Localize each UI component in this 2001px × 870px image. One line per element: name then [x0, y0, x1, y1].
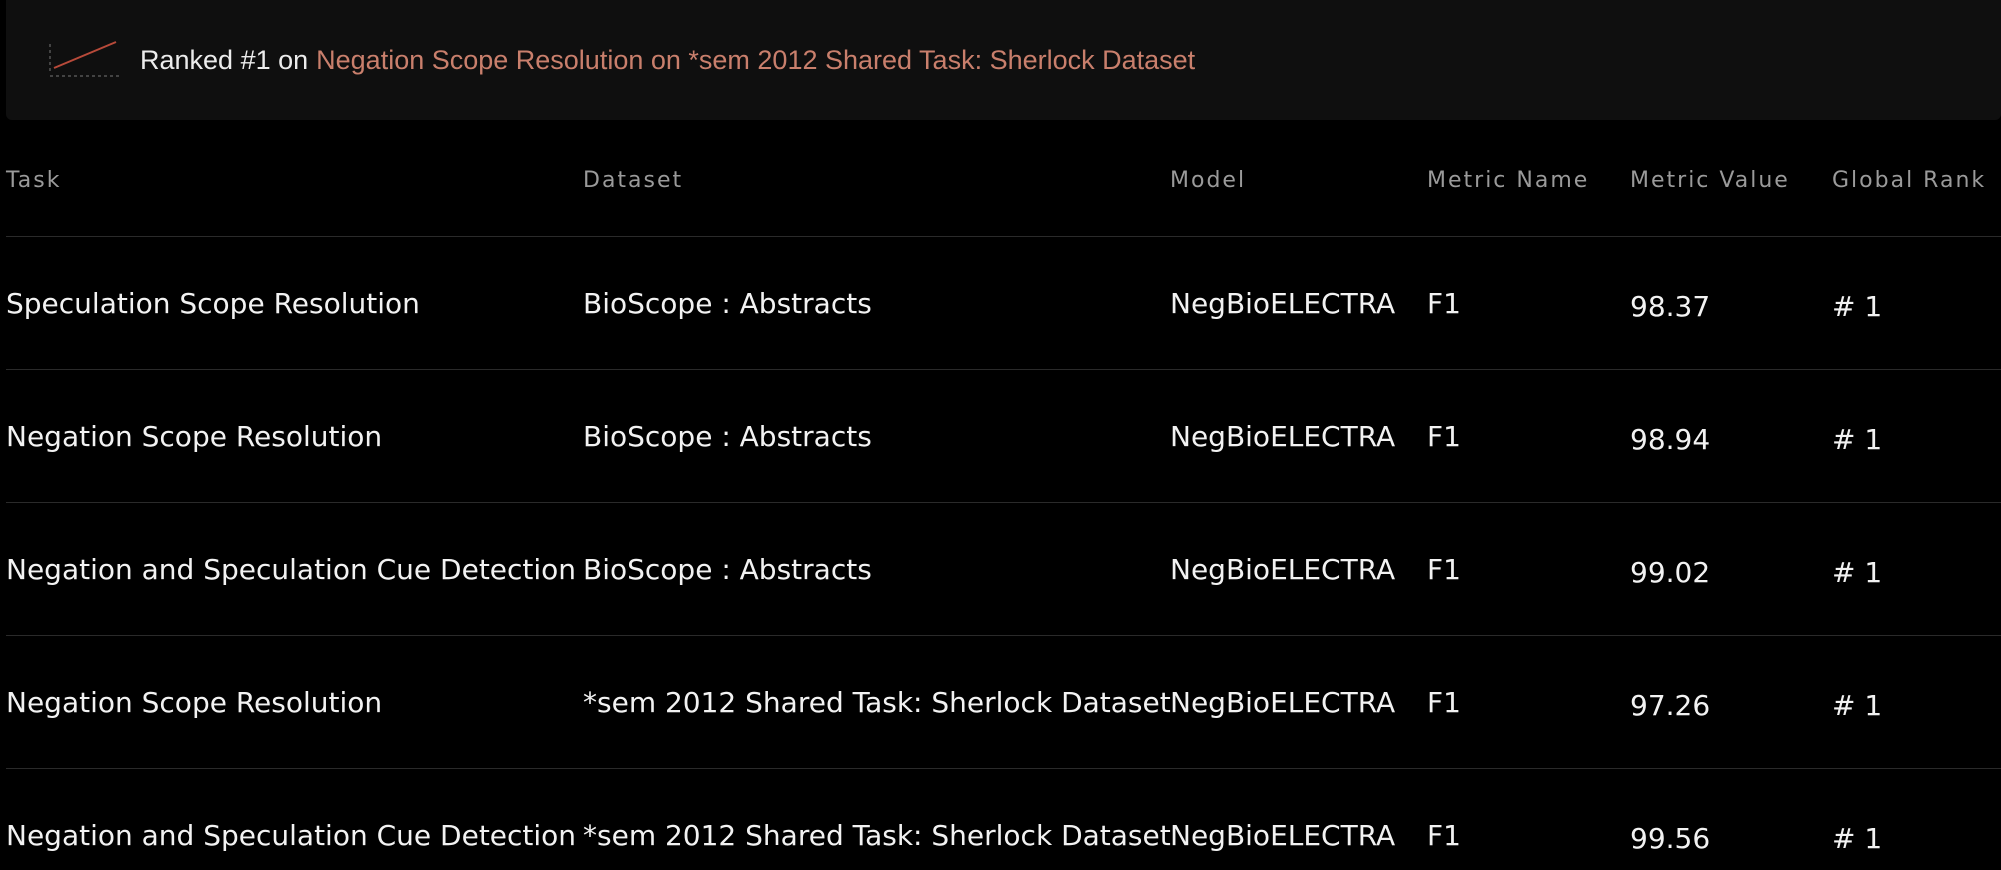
global-rank-cell[interactable]: # 1: [1832, 769, 2001, 870]
model-cell[interactable]: NegBioELECTRA: [1170, 769, 1427, 870]
dataset-cell[interactable]: *sem 2012 Shared Task: Sherlock Dataset: [583, 635, 1171, 769]
model-cell[interactable]: NegBioELECTRA: [1170, 369, 1427, 503]
metric-value-cell: 98.37: [1630, 236, 1832, 370]
task-cell[interactable]: Negation and Speculation Cue Detection: [6, 769, 583, 870]
dataset-cell[interactable]: BioScope : Abstracts: [583, 236, 1170, 370]
sparkline-chart-icon: [46, 38, 124, 82]
table-row: Negation Scope Resolution BioScope : Abs…: [6, 369, 2001, 503]
task-cell[interactable]: Negation Scope Resolution: [6, 635, 583, 769]
results-table: Task Dataset Model Metric Name Metric Va…: [6, 124, 2001, 870]
model-cell[interactable]: NegBioELECTRA: [1170, 236, 1427, 370]
global-rank-cell[interactable]: # 1: [1832, 502, 2001, 636]
header-dataset: Dataset: [583, 124, 1170, 237]
metric-value-cell: 99.56: [1630, 821, 1711, 855]
header-model: Model: [1170, 124, 1427, 237]
metric-name-cell: F1: [1427, 502, 1630, 636]
metric-name-cell: F1: [1427, 818, 1461, 852]
header-metric-value: Metric Value: [1630, 124, 1832, 237]
metric-value-cell: 98.94: [1630, 369, 1832, 503]
model-cell[interactable]: NegBioELECTRA: [1170, 502, 1427, 636]
task-cell[interactable]: Negation Scope Resolution: [6, 369, 583, 503]
task-cell[interactable]: Negation and Speculation Cue Detection: [6, 502, 583, 636]
table-row: Negation Scope Resolution *sem 2012 Shar…: [6, 635, 2001, 769]
dataset-cell[interactable]: BioScope : Abstracts: [583, 369, 1170, 503]
table-row: Speculation Scope Resolution BioScope : …: [6, 236, 2001, 370]
header-task: Task: [6, 124, 583, 237]
table-row: Negation and Speculation Cue Detection *…: [6, 769, 2001, 870]
leaderboard-link[interactable]: Negation Scope Resolution on *sem 2012 S…: [316, 45, 1195, 76]
task-cell[interactable]: Speculation Scope Resolution: [6, 236, 583, 370]
dataset-cell[interactable]: BioScope : Abstracts: [583, 502, 1170, 636]
dataset-cell[interactable]: *sem 2012 Shared Task: Sherlock Dataset: [583, 769, 1171, 870]
global-rank-cell[interactable]: # 1: [1832, 236, 2001, 370]
metric-name-cell: F1: [1427, 369, 1630, 503]
global-rank-cell[interactable]: # 1: [1832, 369, 2001, 503]
model-cell[interactable]: NegBioELECTRA: [1170, 635, 1427, 769]
table-header-row: Task Dataset Model Metric Name Metric Va…: [6, 124, 2001, 237]
ranking-banner: Ranked #1 on Negation Scope Resolution o…: [6, 0, 2001, 120]
header-metric-name: Metric Name: [1427, 124, 1630, 237]
table-row: Negation and Speculation Cue Detection B…: [6, 502, 2001, 636]
metric-value-cell: 97.26: [1630, 635, 1832, 769]
rank-label: Ranked #1 on: [140, 44, 309, 75]
metric-value-cell: 99.02: [1630, 502, 1832, 636]
metric-name-cell: F1: [1427, 635, 1630, 769]
global-rank-cell[interactable]: # 1: [1832, 635, 2001, 769]
metric-name-cell: F1: [1427, 236, 1630, 370]
header-global-rank: Global Rank: [1832, 124, 2001, 237]
